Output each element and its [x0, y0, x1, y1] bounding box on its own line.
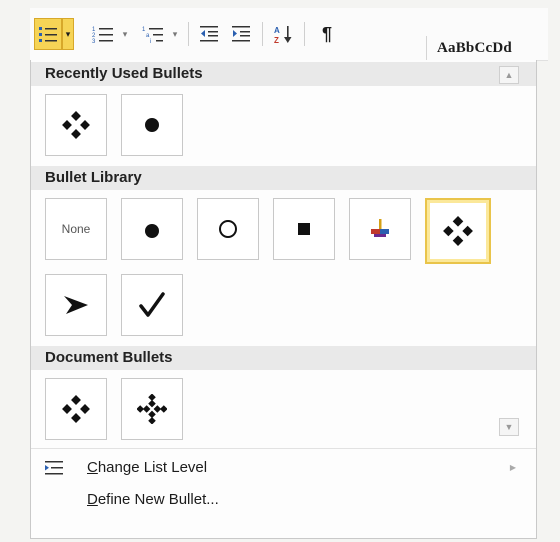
recent-bullet-diamond-dots[interactable] [45, 94, 107, 156]
bullets-dropdown-arrow[interactable]: ▾ [62, 18, 74, 50]
library-bullet-filled-circle[interactable] [121, 198, 183, 260]
menu-divider [31, 448, 536, 449]
svg-text:A: A [274, 26, 280, 35]
document-bullet-diamond-dots-2[interactable] [121, 378, 183, 440]
sort-icon: A Z [274, 26, 292, 44]
section-recently-used-bullets: Recently Used Bullets [31, 62, 536, 86]
filled-circle-icon [145, 224, 159, 238]
show-formatting-marks-button[interactable]: ¶ [314, 18, 340, 50]
diamond-dots-icon [62, 111, 90, 139]
library-bullet-none[interactable]: None [45, 198, 107, 260]
library-bullet-arrowhead[interactable] [45, 274, 107, 336]
sort-button[interactable]: A Z [270, 18, 298, 50]
hollow-circle-icon [219, 220, 237, 238]
arrowhead-icon [64, 296, 88, 314]
bullets-button[interactable] [34, 18, 62, 50]
scroll-down-button[interactable]: ▼ [499, 418, 519, 436]
toolbar-separator [304, 22, 305, 46]
numbering-button[interactable]: 1 2 3 [88, 18, 118, 50]
library-bullet-diamond-dots-selected[interactable] [425, 198, 491, 264]
svg-text:Z: Z [274, 36, 279, 44]
section-document-bullets: Document Bullets [31, 346, 536, 370]
decrease-indent-button[interactable] [196, 18, 224, 50]
increase-indent-button[interactable] [228, 18, 256, 50]
bullet-library-dropdown: Recently Used Bullets ▲ Bullet Library N… [30, 60, 537, 539]
scroll-up-icon: ▲ [504, 70, 514, 80]
change-list-level-label: Change List Level [87, 459, 208, 476]
paragraph-toolbar: ▾ 1 2 3 ▾ 1 a i ▾ A Z ¶ AaBbCcDd [30, 8, 548, 61]
define-new-bullet-label: Define New Bullet... [87, 491, 219, 508]
scroll-down-icon: ▼ [504, 422, 514, 432]
filled-square-icon [298, 223, 310, 235]
menu-item-define-new-bullet[interactable]: Define New Bullet... [31, 486, 536, 514]
diamond-dots-icon [443, 216, 473, 246]
scroll-up-button[interactable]: ▲ [499, 66, 519, 84]
diamond-dots-icon [137, 394, 167, 424]
diamond-dots-icon [62, 395, 90, 423]
decrease-indent-icon [200, 26, 218, 42]
numbering-icon: 1 2 3 [92, 27, 113, 43]
library-bullet-hollow-circle[interactable] [197, 198, 259, 260]
colored-star-icon [371, 219, 389, 237]
filled-circle-icon [145, 118, 159, 132]
library-bullet-filled-square[interactable] [273, 198, 335, 260]
menu-item-change-list-level[interactable]: Change List Level ▶ [31, 454, 536, 482]
change-list-level-icon [45, 461, 63, 475]
document-bullet-diamond-dots-1[interactable] [45, 378, 107, 440]
toolbar-separator [262, 22, 263, 46]
multilevel-list-icon: 1 a i [142, 27, 163, 43]
library-bullet-checkmark[interactable] [121, 274, 183, 336]
none-label: None [61, 222, 91, 236]
bullets-icon [39, 27, 57, 42]
toolbar-separator [188, 22, 189, 46]
multilevel-dropdown-arrow[interactable]: ▾ [170, 18, 180, 50]
multilevel-list-button[interactable]: 1 a i [138, 18, 168, 50]
svg-text:3: 3 [92, 39, 96, 43]
recent-bullet-filled-circle[interactable] [121, 94, 183, 156]
numbering-dropdown-arrow[interactable]: ▾ [120, 18, 130, 50]
style-preview[interactable]: AaBbCcDd [426, 36, 546, 60]
checkmark-icon [139, 292, 165, 317]
submenu-arrow-icon: ▶ [509, 463, 516, 472]
show-formatting-marks-icon: ¶ [321, 23, 332, 44]
library-bullet-colored-star[interactable] [349, 198, 411, 260]
svg-text:i: i [150, 39, 151, 43]
increase-indent-icon [232, 26, 250, 42]
section-bullet-library: Bullet Library [31, 166, 536, 190]
